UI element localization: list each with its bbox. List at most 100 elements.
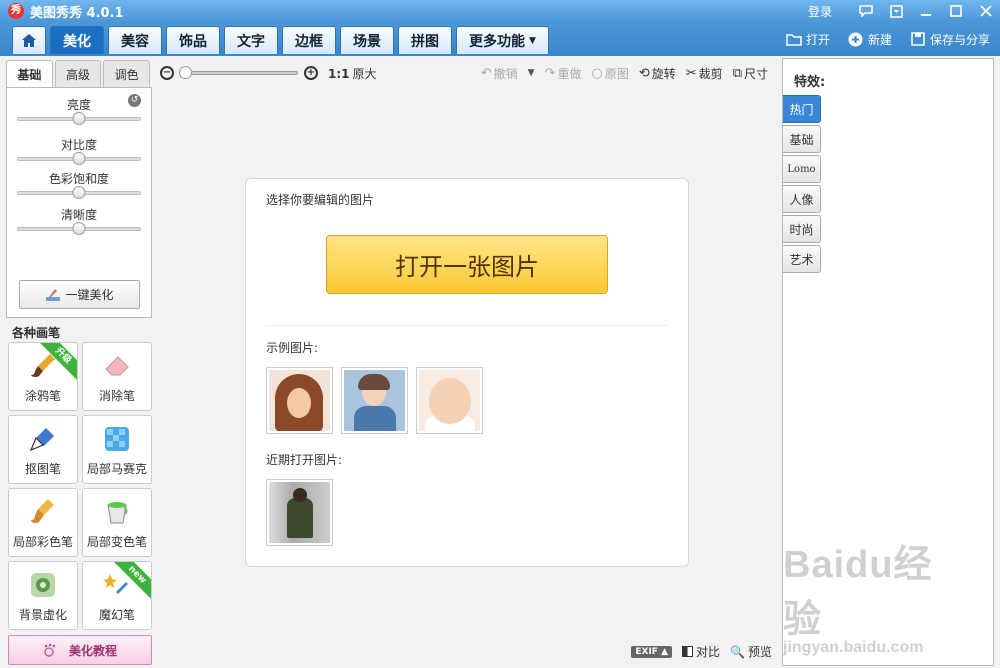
zoom-out-icon[interactable]: −: [160, 66, 174, 80]
sample-images-label: 示例图片:: [266, 341, 319, 355]
sharpness-slider[interactable]: [17, 222, 141, 235]
subtab-advanced[interactable]: 高级: [54, 60, 102, 87]
brightness-slider-group: 亮度: [17, 96, 141, 125]
tab-text[interactable]: 文字: [224, 26, 278, 54]
original-image-button[interactable]: ○ 原图: [591, 65, 628, 82]
subtab-basic[interactable]: 基础: [6, 60, 53, 87]
eraser-brush-button[interactable]: 消除笔: [82, 342, 152, 411]
sample-thumbnails: [266, 367, 483, 434]
zoom-in-icon[interactable]: +: [304, 66, 318, 80]
workspace: 基础 高级 调色 ↺ 亮度 对比度 色彩饱和度 清晰度 一键美化 各种画笔 升级…: [0, 56, 1000, 668]
feedback-icon[interactable]: [858, 3, 874, 19]
open-button[interactable]: 打开: [786, 31, 830, 48]
save-icon: [910, 31, 926, 47]
preview-button[interactable]: 🔍 预览: [730, 643, 772, 660]
actual-size-button[interactable]: 1:1 原大: [328, 65, 377, 82]
tab-home[interactable]: [12, 26, 46, 54]
original-size-label: 原大: [352, 66, 377, 81]
effects-tab-hot[interactable]: 热门: [783, 95, 821, 123]
file-tools: 打开 新建 保存与分享: [786, 28, 990, 50]
brush-grid: 升级 涂鸦笔 消除笔 抠图笔 局部马赛克 局部彩色笔 局部变色笔 背景虚化 ne…: [6, 342, 152, 630]
cutout-pen-icon: [26, 424, 60, 454]
resize-button[interactable]: ⧉ 尺寸: [733, 65, 768, 82]
original-circle-icon: ○: [591, 65, 603, 81]
login-link[interactable]: 登录: [808, 3, 832, 20]
choose-image-prompt: 选择你要编辑的图片: [266, 193, 375, 207]
tab-makeup[interactable]: 美容: [108, 26, 162, 54]
subtab-color[interactable]: 调色: [103, 60, 151, 87]
crop-label: 裁剪: [698, 66, 723, 81]
effects-tab-fashion[interactable]: 时尚: [783, 215, 821, 243]
compare-icon: [682, 646, 694, 657]
app-logo-icon: 秀: [8, 3, 24, 19]
zoom-knob[interactable]: [179, 66, 192, 79]
tab-collage[interactable]: 拼图: [398, 26, 452, 54]
effects-tab-lomo[interactable]: Lomo: [783, 155, 821, 183]
watermark-main: Baidu经验: [783, 544, 933, 641]
recent-thumbnail[interactable]: [266, 479, 333, 546]
recolor-brush-button[interactable]: 局部变色笔: [82, 488, 152, 557]
brightness-knob[interactable]: [72, 112, 86, 125]
sample-thumbnail[interactable]: [416, 367, 483, 434]
one-click-beautify-button[interactable]: 一键美化: [19, 280, 140, 309]
saturation-slider-group: 色彩饱和度: [17, 170, 141, 199]
effects-tab-portrait[interactable]: 人像: [783, 185, 821, 213]
bottom-tools: EXIF ▲ 对比 🔍 预览: [631, 643, 772, 660]
open-image-card: 选择你要编辑的图片 打开一张图片 示例图片: 近期打开图片:: [245, 178, 689, 567]
brightness-slider[interactable]: [17, 112, 141, 125]
sample-photo-baby: [419, 370, 480, 431]
tab-scene[interactable]: 场景: [340, 26, 394, 54]
size-label: 尺寸: [743, 66, 768, 81]
saturation-slider[interactable]: [17, 186, 141, 199]
eraser-brush-label: 消除笔: [98, 389, 135, 403]
one-click-label: 一键美化: [65, 288, 114, 302]
home-icon: [22, 34, 36, 47]
sharpness-slider-group: 清晰度: [17, 206, 141, 235]
beautify-tutorial-button[interactable]: 美化教程: [8, 635, 152, 665]
card-divider: [266, 325, 668, 326]
color-brush-label: 局部彩色笔: [12, 535, 73, 549]
undo-button[interactable]: ↶ 撤销 ▼: [481, 65, 535, 82]
background-blur-button[interactable]: 背景虚化: [8, 561, 78, 630]
save-share-label: 保存与分享: [929, 32, 990, 47]
maximize-icon[interactable]: [948, 3, 964, 19]
new-button[interactable]: 新建: [848, 31, 892, 48]
exif-button[interactable]: EXIF ▲: [631, 645, 673, 658]
color-brush-button[interactable]: 局部彩色笔: [8, 488, 78, 557]
zoom-ratio-value: 1:1: [328, 66, 350, 81]
edit-actions: ↶ 撤销 ▼ ↷ 重做 ○ 原图 ⟲ 旋转 ✂ 裁剪 ⧉ 尺寸: [481, 62, 768, 84]
effects-tab-art[interactable]: 艺术: [783, 245, 821, 273]
crop-button[interactable]: ✂ 裁剪: [686, 65, 723, 82]
magic-brush-button[interactable]: new 魔幻笔: [82, 561, 152, 630]
effects-tab-basic[interactable]: 基础: [783, 125, 821, 153]
doodle-brush-button[interactable]: 升级 涂鸦笔: [8, 342, 78, 411]
color-brush-icon: [26, 497, 60, 527]
saturation-knob[interactable]: [72, 186, 86, 199]
minimize-icon[interactable]: [918, 3, 934, 19]
tab-frame[interactable]: 边框: [282, 26, 336, 54]
close-icon[interactable]: [978, 3, 994, 19]
menu-bar: 美化 美容 饰品 文字 边框 场景 拼图 更多功能 ▼ 打开 新建 保存与分享: [0, 22, 1000, 56]
sample-thumbnail[interactable]: [266, 367, 333, 434]
cutout-brush-button[interactable]: 抠图笔: [8, 415, 78, 484]
save-share-button[interactable]: 保存与分享: [910, 31, 990, 48]
effects-panel: 特效: 热门 基础 Lomo 人像 时尚 艺术 Baidu经验 jingyan.…: [782, 58, 994, 666]
rotate-button[interactable]: ⟲ 旋转: [639, 65, 676, 82]
mosaic-brush-button[interactable]: 局部马赛克: [82, 415, 152, 484]
tab-more-features[interactable]: 更多功能 ▼: [456, 26, 549, 54]
compare-button[interactable]: 对比: [682, 643, 720, 660]
skin-icon[interactable]: [888, 3, 904, 19]
redo-button[interactable]: ↷ 重做: [545, 65, 582, 82]
tab-accessories[interactable]: 饰品: [166, 26, 220, 54]
canvas-toolbar: − + 1:1 原大 ↶ 撤销 ▼ ↷ 重做 ○ 原图 ⟲ 旋转 ✂ 裁剪 ⧉ …: [160, 62, 776, 84]
contrast-slider[interactable]: [17, 152, 141, 165]
contrast-knob[interactable]: [72, 152, 86, 165]
zoom-slider[interactable]: [179, 66, 298, 79]
sample-thumbnail[interactable]: [341, 367, 408, 434]
magic-brush-icon: [46, 288, 61, 301]
sharpness-knob[interactable]: [72, 222, 86, 235]
open-image-button[interactable]: 打开一张图片: [326, 235, 608, 294]
paint-bucket-icon: [100, 497, 134, 527]
tab-beautify[interactable]: 美化: [50, 26, 104, 54]
undo-dropdown-icon[interactable]: ▼: [528, 68, 535, 78]
